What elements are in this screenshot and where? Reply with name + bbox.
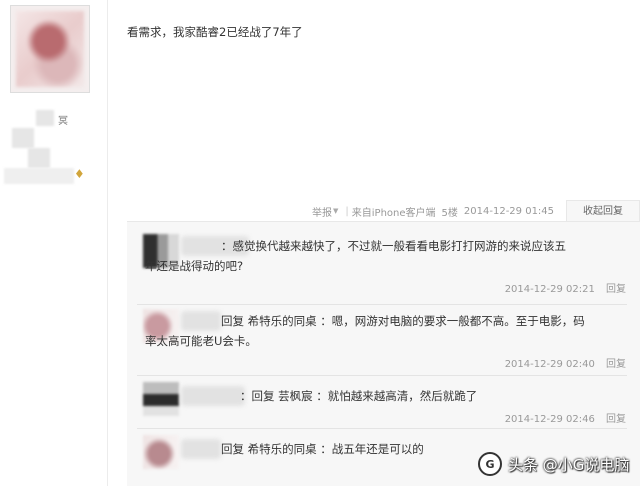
reply-meta: 2014-12-29 02:21 回复 bbox=[505, 280, 626, 295]
reply-item: ：感觉换代越来越快了，不过就一般看看电影打打网游的来说应该五 年还是战得动的吧?… bbox=[127, 222, 640, 304]
level-blur bbox=[12, 128, 34, 148]
author-avatar[interactable] bbox=[10, 5, 90, 93]
reply-text-line: 率太高可能老U会卡。 bbox=[145, 334, 257, 348]
reply-meta: 2014-12-29 02:46 回复 bbox=[505, 410, 626, 425]
badge-icon: ♦ bbox=[74, 167, 85, 181]
floor-number: 5楼 bbox=[441, 207, 458, 219]
reply-item: ：回复 芸枫宸 ：就怕越来越高清，然后就跪了 2014-12-29 02:46 … bbox=[127, 376, 640, 428]
username-blur bbox=[36, 110, 54, 126]
collapse-replies-button[interactable]: 收起回复 bbox=[566, 200, 640, 230]
level-blur bbox=[28, 148, 50, 168]
reply-panel: ：感觉换代越来越快了，不过就一般看看电影打打网游的来说应该五 年还是战得动的吧?… bbox=[127, 221, 640, 486]
username-fragment: 冥 bbox=[58, 116, 68, 127]
reply-avatar[interactable] bbox=[143, 382, 179, 416]
meta-separator: | bbox=[345, 205, 349, 217]
watermark-text: 头条 @小G说电脑 bbox=[508, 455, 630, 474]
reply-text-line: ：感觉换代越来越快了，不过就一般看看电影打打网游的来说应该五 bbox=[221, 239, 566, 253]
reply-item: 回复 希特乐的同桌 ：嗯，网游对电脑的要求一般都不高。至于电影，码 率太高可能老… bbox=[127, 305, 640, 375]
post-timestamp: 2014-12-29 01:45 bbox=[463, 205, 555, 217]
watermark: G 头条 @小G说电脑 bbox=[478, 450, 629, 478]
client-source[interactable]: 来自iPhone客户端 bbox=[352, 204, 436, 219]
reply-avatar[interactable] bbox=[143, 435, 179, 469]
badge-blur bbox=[4, 168, 74, 184]
reply-username-blur bbox=[181, 386, 245, 406]
reply-link[interactable]: 回复 bbox=[606, 359, 626, 370]
author-column: 冥 ♦ bbox=[0, 0, 108, 486]
column-divider bbox=[107, 0, 108, 486]
watermark-logo-icon: G bbox=[478, 452, 502, 476]
reply-text-line: ：回复 芸枫宸 ：就怕越来越高清，然后就跪了 bbox=[240, 389, 478, 403]
avatar-image bbox=[16, 11, 84, 87]
reply-text-line: 回复 希特乐的同桌 ：战五年还是可以的 bbox=[221, 442, 424, 456]
reply-username-blur bbox=[181, 439, 221, 459]
report-link[interactable]: 举报 bbox=[312, 204, 332, 219]
reply-timestamp: 2014-12-29 02:21 bbox=[504, 284, 595, 295]
reply-username-blur bbox=[181, 311, 221, 331]
reply-text-line: 年还是战得动的吧? bbox=[145, 259, 244, 273]
reply-text-line: 回复 希特乐的同桌 ：嗯，网游对电脑的要求一般都不高。至于电影，码 bbox=[221, 314, 585, 328]
reply-link[interactable]: 回复 bbox=[606, 284, 626, 295]
reply-link[interactable]: 回复 bbox=[606, 414, 626, 425]
reply-timestamp: 2014-12-29 02:46 bbox=[504, 414, 595, 425]
reply-meta: 2014-12-29 02:40 回复 bbox=[505, 355, 626, 370]
chevron-down-icon[interactable]: ▼ bbox=[333, 207, 338, 215]
post-content: 看需求，我家酷睿2已经战了7年了 bbox=[127, 25, 303, 39]
reply-timestamp: 2014-12-29 02:40 bbox=[504, 359, 595, 370]
post-meta: 举报 ▼ | 来自iPhone客户端 5楼 2014-12-29 01:45 bbox=[312, 204, 555, 219]
